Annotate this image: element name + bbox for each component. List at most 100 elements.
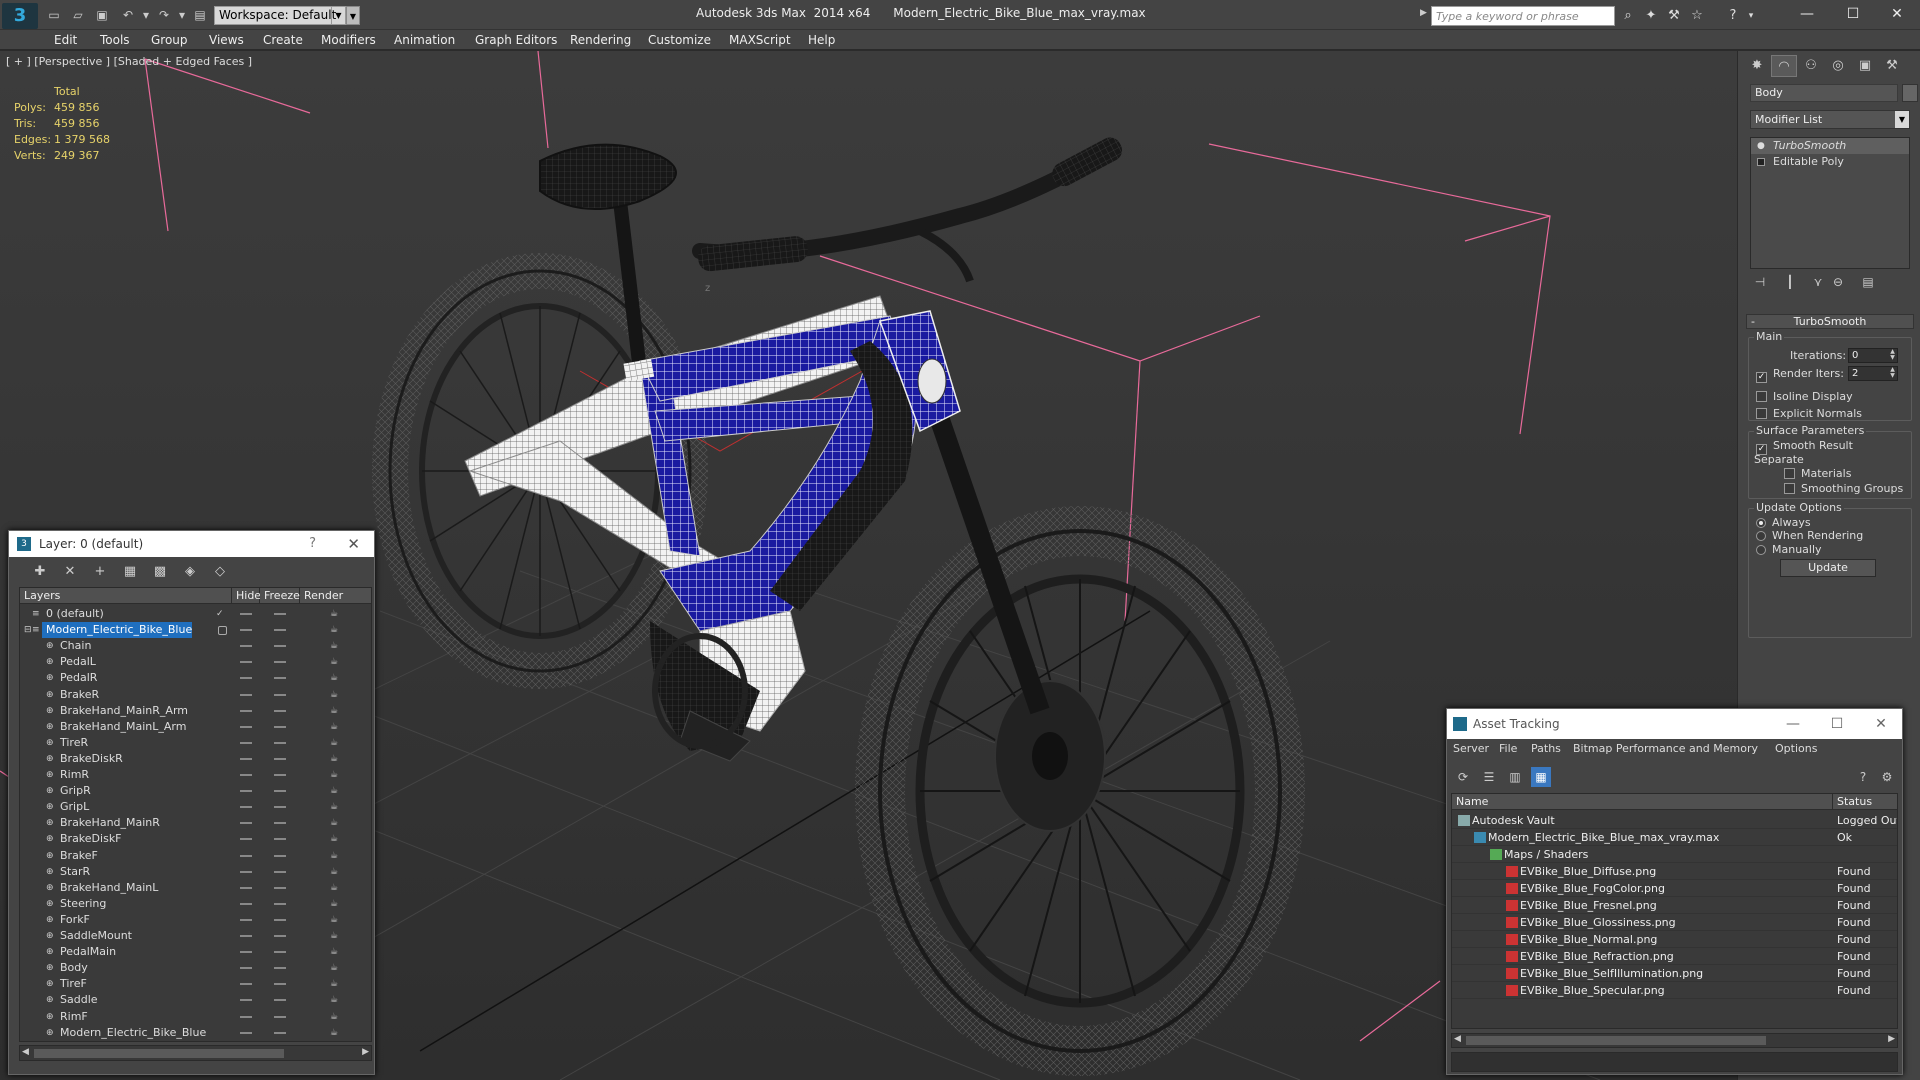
asset-menu-paths[interactable]: Paths xyxy=(1531,742,1561,755)
layer-row[interactable]: ⊕ Modern_Electric_Bike_Blue ☕ xyxy=(20,1025,371,1041)
freeze-toggle[interactable] xyxy=(274,645,286,648)
asset-menu-file[interactable]: File xyxy=(1499,742,1517,755)
freeze-toggle[interactable] xyxy=(274,967,286,970)
freeze-toggle[interactable] xyxy=(274,886,286,889)
asset-horizontal-scrollbar[interactable]: ◀ ▶ xyxy=(1451,1033,1898,1048)
render-teapot-icon[interactable]: ☕ xyxy=(330,818,342,828)
smoothing-groups-checkbox[interactable]: Smoothing Groups xyxy=(1784,482,1903,495)
freeze-toggle[interactable] xyxy=(274,1031,286,1034)
menu-maxscript[interactable]: MAXScript xyxy=(729,33,791,47)
menu-views[interactable]: Views xyxy=(209,33,244,47)
freeze-toggle[interactable] xyxy=(274,790,286,793)
layer-row[interactable]: ⊕ Steering ☕ xyxy=(20,896,371,912)
minimize-button[interactable]: — xyxy=(1778,709,1808,739)
help-icon[interactable]: ? xyxy=(1724,7,1742,25)
hide-toggle[interactable] xyxy=(240,725,252,728)
menu-create[interactable]: Create xyxy=(263,33,303,47)
asset-row[interactable]: EVBike_Blue_Normal.png Found xyxy=(1452,931,1897,948)
stack-item-editable-poly[interactable]: Editable Poly xyxy=(1751,154,1909,170)
layer-row[interactable]: ⊕ PedalMain ☕ xyxy=(20,944,371,960)
layer-row[interactable]: ⊕ BrakeDiskF ☕ xyxy=(20,831,371,847)
pin-stack-icon[interactable]: ⊣ xyxy=(1750,275,1770,293)
render-teapot-icon[interactable]: ☕ xyxy=(330,947,342,957)
freeze-toggle[interactable] xyxy=(274,757,286,760)
hide-toggle[interactable] xyxy=(240,693,252,696)
render-teapot-icon[interactable]: ☕ xyxy=(330,722,342,732)
menu-group[interactable]: Group xyxy=(151,33,188,47)
asset-row[interactable]: EVBike_Blue_Fresnel.png Found xyxy=(1452,897,1897,914)
render-teapot-icon[interactable]: ☕ xyxy=(330,883,342,893)
hide-toggle[interactable] xyxy=(240,838,252,841)
manually-radio[interactable]: Manually xyxy=(1756,543,1822,556)
layer-row[interactable]: ⊕ BrakeHand_MainR ☕ xyxy=(20,815,371,831)
freeze-toggle[interactable] xyxy=(274,677,286,680)
hide-toggle[interactable] xyxy=(240,854,252,857)
render-teapot-icon[interactable]: ☕ xyxy=(330,657,342,667)
stack-item-turbosmooth[interactable]: ● TurboSmooth xyxy=(1751,138,1909,154)
help-dropdown-icon[interactable]: ▾ xyxy=(1742,7,1760,25)
freeze-all-icon[interactable]: ◇ xyxy=(209,562,231,582)
communication-center-icon[interactable]: ⚒ xyxy=(1665,7,1683,25)
when-rendering-radio[interactable]: When Rendering xyxy=(1756,529,1863,542)
render-teapot-icon[interactable]: ☕ xyxy=(330,609,342,619)
binoculars-icon[interactable]: ⌕ xyxy=(1619,7,1637,25)
hide-toggle[interactable] xyxy=(240,951,252,954)
hide-toggle[interactable] xyxy=(240,1031,252,1034)
layer-row[interactable]: ≡ ⊟ Modern_Electric_Bike_Blue ☕ xyxy=(20,622,371,639)
hide-all-icon[interactable]: ◈ xyxy=(179,562,201,582)
highlight-layer-icon[interactable]: ▩ xyxy=(149,562,171,582)
table-view-icon[interactable]: ▦ xyxy=(1531,767,1551,787)
viewport-label[interactable]: [ + ] [Perspective ] [Shaded + Edged Fac… xyxy=(6,55,252,68)
freeze-toggle[interactable] xyxy=(274,951,286,954)
asset-menu-bitmap-performance[interactable]: Bitmap Performance and Memory xyxy=(1573,742,1758,755)
always-radio[interactable]: Always xyxy=(1756,516,1811,529)
subscription-center-icon[interactable]: ✦ xyxy=(1642,7,1660,25)
render-teapot-icon[interactable]: ☕ xyxy=(330,802,342,812)
layer-row[interactable]: ⊕ PedalR ☕ xyxy=(20,670,371,686)
app-logo-icon[interactable]: 3 xyxy=(2,3,38,29)
freeze-toggle[interactable] xyxy=(274,822,286,825)
delete-layer-icon[interactable]: ✕ xyxy=(59,562,81,582)
hide-toggle[interactable] xyxy=(240,967,252,970)
asset-row[interactable]: EVBike_Blue_Diffuse.png Found xyxy=(1452,863,1897,880)
show-end-result-icon[interactable]: ┃ xyxy=(1780,275,1800,293)
explicit-normals-checkbox[interactable]: Explicit Normals xyxy=(1756,407,1862,420)
set-current-layer-box[interactable] xyxy=(218,626,227,636)
remove-modifier-icon[interactable]: ⊖ xyxy=(1828,275,1848,293)
layer-row[interactable]: ⊕ BrakeHand_MainR_Arm ☕ xyxy=(20,703,371,719)
create-layer-icon[interactable]: ✚ xyxy=(29,562,51,582)
undo-dropdown-icon[interactable]: ▾ xyxy=(138,7,154,23)
asset-window-titlebar[interactable]: Asset Tracking — ☐ ✕ xyxy=(1447,709,1902,739)
hide-toggle[interactable] xyxy=(240,983,252,986)
new-file-icon[interactable]: ▭ xyxy=(46,7,62,23)
thumbnail-view-icon[interactable]: ▥ xyxy=(1505,767,1525,787)
render-teapot-icon[interactable]: ☕ xyxy=(330,1028,342,1038)
menu-graph-editors[interactable]: Graph Editors xyxy=(475,33,557,47)
render-teapot-icon[interactable]: ☕ xyxy=(330,673,342,683)
settings-icon[interactable]: ⚙ xyxy=(1877,767,1897,787)
current-layer-check-icon[interactable]: ✓ xyxy=(216,609,228,619)
close-button[interactable]: ✕ xyxy=(1866,709,1896,739)
search-input[interactable]: Type a keyword or phrase xyxy=(1431,6,1615,26)
modifier-list-dropdown[interactable]: Modifier List ▼ xyxy=(1750,110,1910,129)
hide-toggle[interactable] xyxy=(240,757,252,760)
freeze-toggle[interactable] xyxy=(274,870,286,873)
hide-toggle[interactable] xyxy=(240,935,252,937)
asset-row[interactable]: Maps / Shaders xyxy=(1452,846,1897,863)
freeze-toggle[interactable] xyxy=(274,709,286,712)
render-teapot-icon[interactable]: ☕ xyxy=(330,706,342,716)
menu-help[interactable]: Help xyxy=(808,33,835,47)
create-tab-icon[interactable]: ✸ xyxy=(1744,55,1770,77)
menu-animation[interactable]: Animation xyxy=(394,33,455,47)
layer-row[interactable]: ⊕ GripL ☕ xyxy=(20,799,371,815)
open-file-icon[interactable]: ▱ xyxy=(70,7,86,23)
hierarchy-tab-icon[interactable]: ⚇ xyxy=(1798,55,1824,77)
refresh-icon[interactable]: ⟳ xyxy=(1453,767,1473,787)
collapse-icon[interactable]: ⊟ xyxy=(24,625,36,635)
layer-row[interactable]: ⊕ Saddle ☕ xyxy=(20,992,371,1008)
freeze-toggle[interactable] xyxy=(274,1015,286,1018)
column-header-layers[interactable]: Layers xyxy=(20,588,232,604)
layer-row[interactable]: ⊕ BrakeDiskR ☕ xyxy=(20,751,371,767)
render-teapot-icon[interactable]: ☕ xyxy=(330,690,342,700)
expand-box-icon[interactable] xyxy=(1757,158,1765,166)
